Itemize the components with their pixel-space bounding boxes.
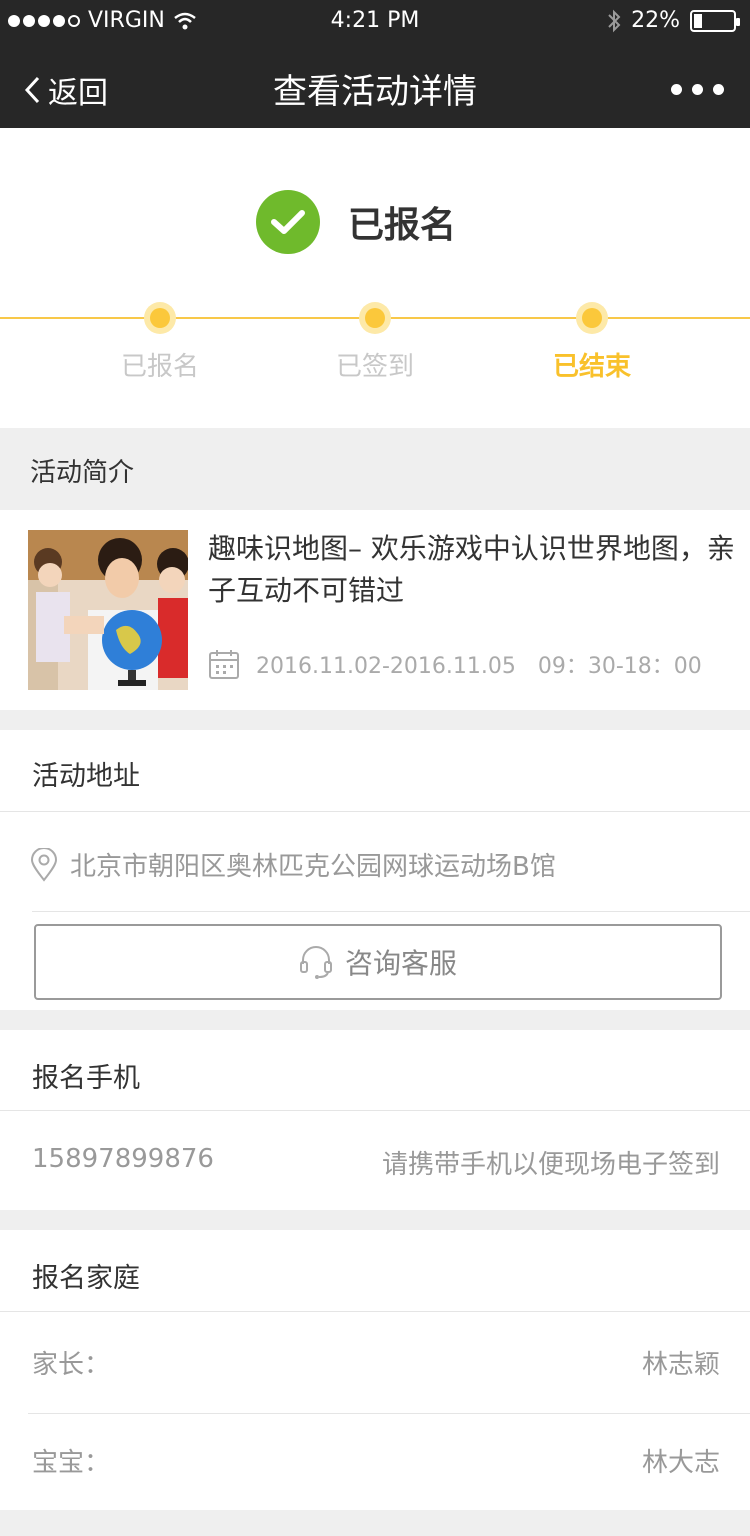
location-pin-icon xyxy=(30,847,58,882)
divider xyxy=(0,811,750,812)
activity-thumbnail xyxy=(28,530,188,690)
ellipsis-icon xyxy=(671,84,682,95)
check-circle-icon xyxy=(256,190,320,254)
phone-card: 报名手机 15897899876 请携带手机以便现场电子签到 xyxy=(0,1030,750,1210)
registration-status-card: 已报名 已报名 已签到 已结束 xyxy=(0,128,750,428)
parent-name: 林志颖 xyxy=(641,1350,720,1380)
step-label: 已签到 xyxy=(335,352,414,382)
step-registered: 已报名 xyxy=(90,302,230,383)
step-dot xyxy=(144,302,176,334)
bluetooth-icon xyxy=(608,9,621,32)
divider xyxy=(0,1110,750,1111)
address-row[interactable]: 北京市朝阳区奥林匹克公园网球运动场B馆 xyxy=(30,846,556,883)
status-text: 已报名 xyxy=(348,205,457,246)
phone-number: 15897899876 xyxy=(32,1144,214,1174)
parent-label: 家长： xyxy=(32,1350,111,1380)
nav-bar: 返回 查看活动详情 xyxy=(0,42,750,128)
divider xyxy=(28,1413,750,1414)
calendar-icon xyxy=(209,650,239,679)
phone-hint: 请携带手机以便现场电子签到 xyxy=(381,1150,720,1180)
battery-icon xyxy=(690,9,740,32)
baby-name: 林大志 xyxy=(641,1448,720,1478)
step-label: 已结束 xyxy=(552,352,631,382)
divider xyxy=(0,1311,750,1312)
baby-label: 宝宝： xyxy=(32,1448,111,1478)
activity-date-row: 2016.11.02-2016.11.05 09：30-18：00 xyxy=(208,648,702,680)
battery-percent: 22% xyxy=(631,8,680,33)
headset-icon xyxy=(299,946,332,979)
step-dot xyxy=(359,302,391,334)
intro-section-title: 活动简介 xyxy=(30,458,135,488)
address-text: 北京市朝阳区奥林匹克公园网球运动场B馆 xyxy=(70,852,556,882)
step-label: 已报名 xyxy=(120,352,199,382)
address-section-title: 活动地址 xyxy=(32,761,140,792)
phone-section-title: 报名手机 xyxy=(32,1063,140,1094)
more-button[interactable] xyxy=(671,84,724,95)
step-dot xyxy=(576,302,608,334)
activity-title: 趣味识地图– 欢乐游戏中认识世界地图，亲子互动不可错过 xyxy=(208,532,735,607)
page-title: 查看活动详情 xyxy=(273,72,477,112)
consult-label: 咨询客服 xyxy=(344,947,457,980)
status-bar: VIRGIN 4:21 PM 22% xyxy=(0,0,750,42)
activity-intro-card[interactable]: 趣味识地图– 欢乐游戏中认识世界地图，亲子互动不可错过 2016.11.02-2… xyxy=(0,510,750,710)
activity-date: 2016.11.02-2016.11.05 09：30-18：00 xyxy=(256,654,702,679)
divider xyxy=(32,911,750,912)
consult-service-button[interactable]: 咨询客服 xyxy=(34,924,722,1000)
family-section-title: 报名家庭 xyxy=(32,1263,140,1294)
family-card: 报名家庭 家长： 林志颖 宝宝： 林大志 xyxy=(0,1230,750,1510)
address-card: 活动地址 北京市朝阳区奥林匹克公园网球运动场B馆 咨询客服 xyxy=(0,730,750,1010)
step-ended: 已结束 xyxy=(522,302,662,383)
step-checked-in: 已签到 xyxy=(305,302,445,383)
